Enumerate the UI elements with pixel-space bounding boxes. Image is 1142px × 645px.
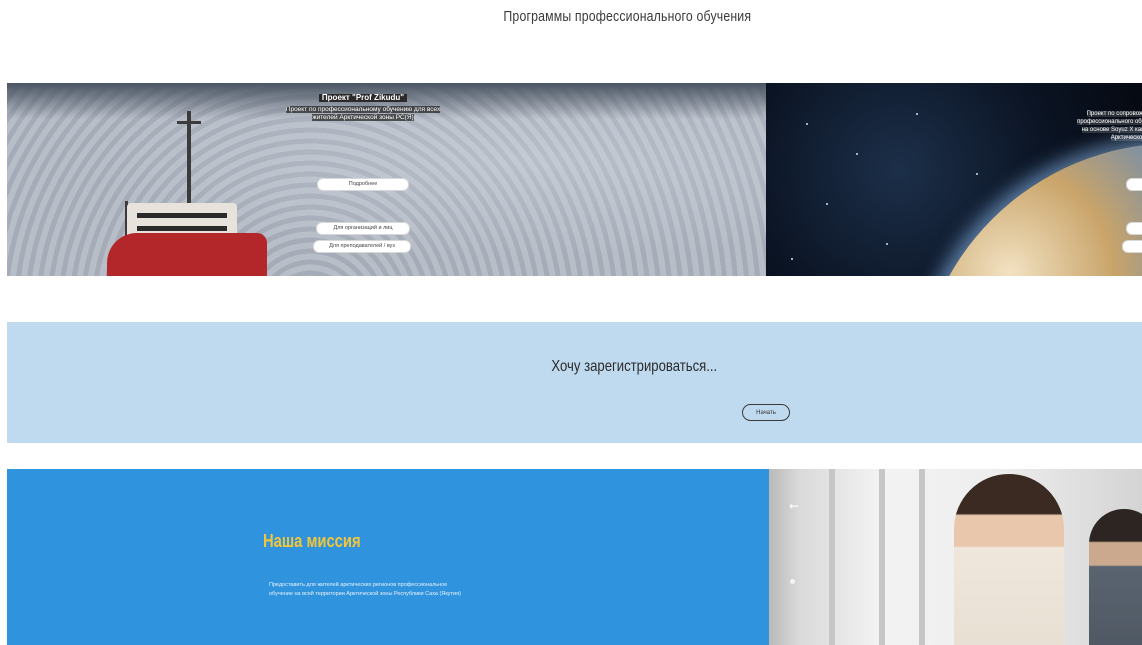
star: [826, 203, 828, 205]
window-frame: [829, 469, 835, 645]
ship-mast-bar: [177, 121, 201, 124]
register-button[interactable]: Начать: [742, 404, 790, 421]
slide-button[interactable]: [1126, 222, 1142, 235]
slide-caption: Проект по сопровождению профессиональног…: [1071, 110, 1142, 142]
teachers-button[interactable]: Для преподавателей / вуз: [313, 240, 411, 253]
window-frame: [919, 469, 925, 645]
section-title: Программы профессионального обучения: [503, 8, 752, 25]
program-slider[interactable]: Проект "Prof Zikudu" Проект по профессио…: [7, 83, 1142, 276]
person-woman: [954, 474, 1064, 645]
slide-arctic-ship[interactable]: Проект "Prof Zikudu" Проект по профессио…: [7, 83, 766, 276]
ship-mast: [187, 111, 191, 211]
ship-window-row: [137, 213, 227, 218]
organizations-button[interactable]: Для организаций и лиц: [316, 222, 410, 235]
slide-description: Проект по профессиональному обучению для…: [283, 106, 443, 122]
star: [791, 258, 793, 260]
more-button[interactable]: Подробнее: [317, 178, 409, 191]
mission-photo: ←: [769, 469, 1142, 645]
star: [806, 123, 808, 125]
slide-space-earth[interactable]: Проект по сопровождению профессиональног…: [766, 83, 1142, 276]
slide-description-text: Проект по профессиональному обучению для…: [285, 106, 441, 121]
window-frame: [879, 469, 885, 645]
arrow-left-icon[interactable]: ←: [789, 499, 799, 513]
slide-title: Проект по сопровождению профессиональног…: [1077, 111, 1142, 141]
mission-title: Наша миссия: [263, 531, 361, 551]
slider-dot-icon[interactable]: [790, 579, 795, 584]
slide-title: Проект "Prof Zikudu": [318, 94, 408, 102]
register-section: Хочу зарегистрироваться... Начать: [7, 322, 1142, 443]
register-title: Хочу зарегистрироваться...: [551, 358, 718, 375]
mission-text: Предоставить для жителей арктических рег…: [269, 582, 461, 597]
ship-window-row: [137, 226, 227, 231]
star: [856, 153, 858, 155]
star: [916, 113, 918, 115]
slide-caption: Проект "Prof Zikudu" Проект по профессио…: [283, 94, 443, 122]
slide-button[interactable]: [1126, 178, 1142, 191]
ship-hull: [107, 233, 267, 276]
mission-section: Наша миссия Предоставить для жителей арк…: [7, 469, 769, 645]
earth-image: [916, 143, 1142, 276]
slide-button[interactable]: [1122, 240, 1142, 253]
star: [976, 173, 978, 175]
star: [886, 243, 888, 245]
person-background: [1089, 509, 1142, 645]
